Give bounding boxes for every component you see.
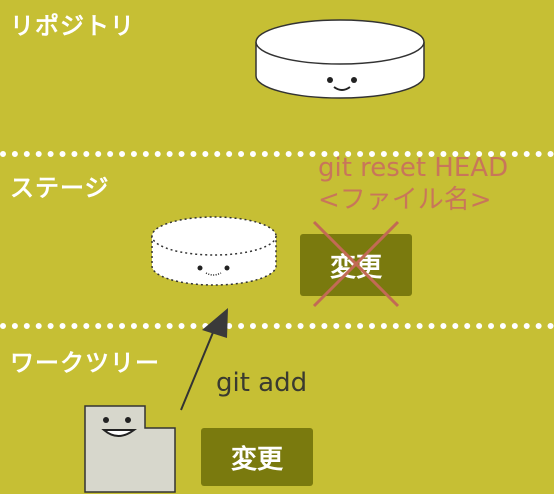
- git-reset-command-line2: <ファイル名>: [318, 185, 492, 215]
- git-reset-command-line1: git reset HEAD: [318, 153, 509, 183]
- worktree-change-box: 変更: [201, 428, 313, 486]
- git-add-command: git add: [216, 368, 308, 398]
- reset-cross-icon: [312, 220, 400, 308]
- git-reset-command: git reset HEAD <ファイル名>: [318, 152, 508, 216]
